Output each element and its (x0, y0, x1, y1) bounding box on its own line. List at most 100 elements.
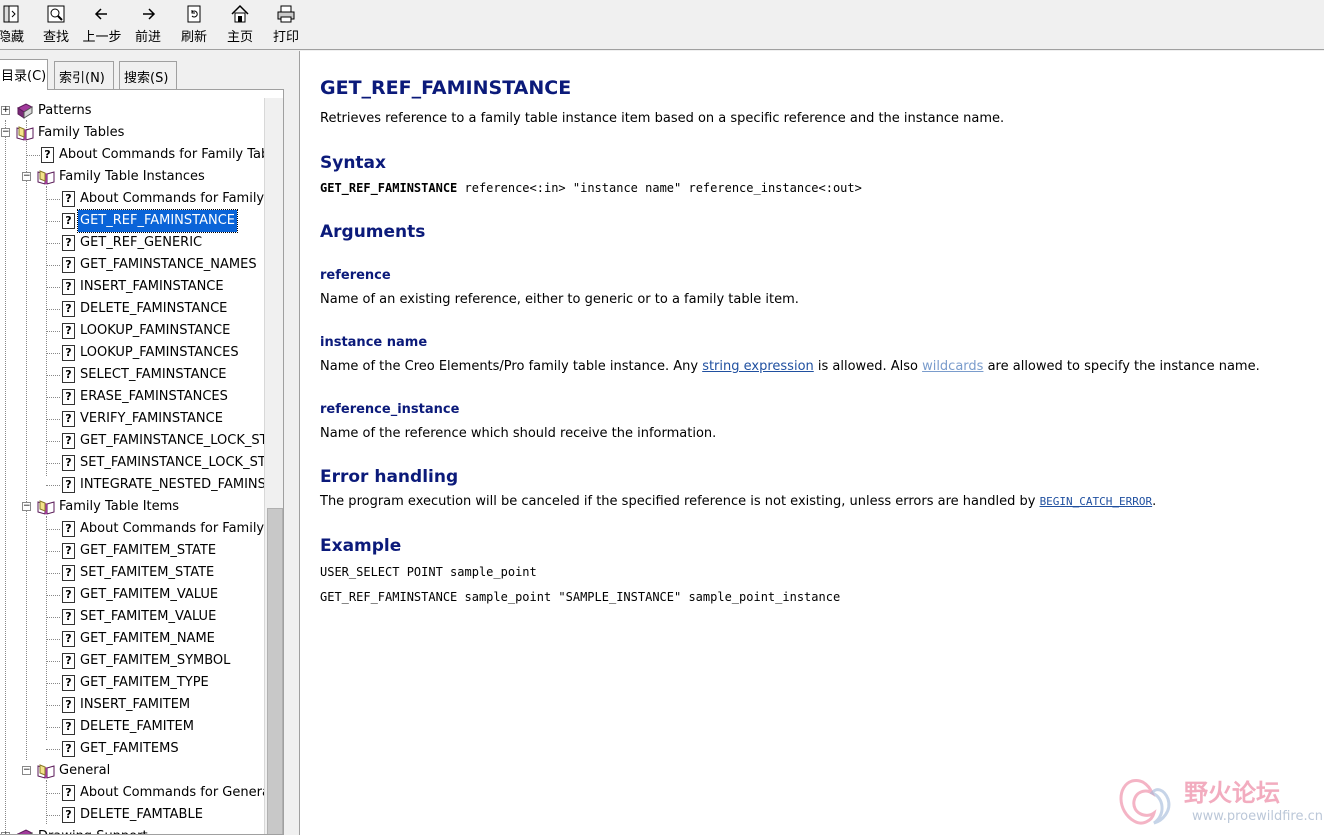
tree-item-label: GET_FAMITEMS (80, 741, 179, 756)
help-topic-icon: ? (62, 455, 75, 471)
help-topic-icon: ? (62, 433, 75, 449)
watermark: 野火论坛 www.proewildfire.cn (1112, 767, 1324, 835)
tree-item-general[interactable]: − General (0, 760, 260, 782)
help-topic-icon: ? (62, 477, 75, 493)
collapse-icon[interactable]: − (22, 172, 31, 181)
tree-item-topic[interactable]: ? DELETE_FAMITEM (0, 716, 262, 738)
syntax-heading: Syntax (320, 153, 386, 173)
tree-item-topic[interactable]: ? DELETE_FAMTABLE (0, 804, 262, 826)
page-title: GET_REF_FAMINSTANCE (320, 77, 572, 99)
tree-item-label: LOOKUP_FAMINSTANCES (80, 345, 239, 360)
syntax-line: GET_REF_FAMINSTANCE reference<:in> "inst… (320, 181, 862, 195)
help-topic-icon: ? (62, 785, 75, 801)
tab-contents[interactable]: 目录(C) (0, 59, 48, 90)
tree-item-family-table-items[interactable]: − Family Table Items (0, 496, 260, 518)
tree-item-topic[interactable]: ? GET_FAMITEMS (0, 738, 262, 760)
home-button[interactable]: 主页 (224, 4, 256, 48)
tree-item-patterns[interactable]: + Patterns (0, 100, 260, 122)
tree-item-label: GET_FAMITEM_NAME (80, 631, 215, 646)
tree-item-topic[interactable]: ? INSERT_FAMINSTANCE (0, 276, 262, 298)
tree-item-topic[interactable]: ? SET_FAMITEM_STATE (0, 562, 262, 584)
tree-item-topic[interactable]: ? GET_REF_GENERIC (0, 232, 262, 254)
tree-item-family-tables[interactable]: − Family Tables (0, 122, 260, 144)
tree-item-topic[interactable]: ? SET_FAMITEM_VALUE (0, 606, 262, 628)
tree-item-topic[interactable]: ? GET_FAMITEM_STATE (0, 540, 262, 562)
tree-item-topic[interactable]: ? About Commands for Family (0, 518, 264, 540)
tree-item-label: DELETE_FAMINSTANCE (80, 301, 228, 316)
tree-item-topic[interactable]: ? GET_FAMITEM_NAME (0, 628, 262, 650)
forward-label: 前进 (134, 30, 161, 45)
contents-tree: + Patterns − Family Tables ? About Comma… (0, 89, 284, 835)
tree-item-label: LOOKUP_FAMINSTANCE (80, 323, 231, 338)
help-topic-icon: ? (62, 411, 75, 427)
tree-item-family-table-instances[interactable]: − Family Table Instances (0, 166, 260, 188)
refresh-button[interactable]: 刷新 (178, 4, 210, 48)
home-icon (231, 4, 249, 23)
string-expression-link[interactable]: string expression (702, 359, 814, 374)
desc-text: is allowed. Also (813, 359, 923, 374)
hide-button[interactable]: 隐藏 (0, 4, 28, 48)
tab-search[interactable]: 搜索(S) (119, 61, 177, 89)
tree-item-label: GET_FAMITEM_STATE (80, 543, 217, 558)
tree-item-topic[interactable]: ? GET_FAMITEM_TYPE (0, 672, 262, 694)
pane-splitter[interactable] (292, 51, 300, 835)
help-topic-icon: ? (62, 257, 75, 273)
find-button[interactable]: 查找 (40, 4, 72, 48)
collapse-icon[interactable]: − (22, 502, 31, 511)
tree-item-topic[interactable]: ? SET_FAMINSTANCE_LOCK_ST (0, 452, 266, 474)
collapse-icon[interactable]: − (22, 766, 31, 775)
tree-item-topic[interactable]: ? VERIFY_FAMINSTANCE (0, 408, 262, 430)
tree-item-topic[interactable]: ? ERASE_FAMINSTANCES (0, 386, 262, 408)
tree-item-ft-about[interactable]: ? About Commands for Family Tab (0, 144, 269, 166)
tree-item-topic[interactable]: ? GET_FAMITEM_VALUE (0, 584, 262, 606)
collapse-icon[interactable]: − (1, 128, 10, 137)
scrollbar-thumb[interactable] (267, 508, 283, 834)
open-book-icon (37, 170, 55, 185)
tree-item-label: About Commands for Family (80, 521, 265, 536)
help-topic-icon: ? (62, 301, 75, 317)
tab-index[interactable]: 索引(N) (54, 61, 114, 89)
nav-tabs: 目录(C) 索引(N) 搜索(S) (0, 59, 292, 90)
expand-icon[interactable]: + (1, 106, 10, 115)
tree-item-topic[interactable]: ? SELECT_FAMINSTANCE (0, 364, 262, 386)
tree-item-topic[interactable]: ? INTEGRATE_NESTED_FAMINS (0, 474, 266, 496)
example-heading: Example (320, 536, 402, 556)
argument-name: reference (320, 268, 391, 283)
tree-item-label: Drawing Support (36, 826, 150, 834)
help-topic-icon: ? (62, 279, 75, 295)
back-button[interactable]: 上一步 (80, 4, 124, 48)
tree-item-topic[interactable]: ? LOOKUP_FAMINSTANCE (0, 320, 262, 342)
help-topic-icon: ? (62, 367, 75, 383)
tree-item-label: VERIFY_FAMINSTANCE (80, 411, 223, 426)
tree-item-topic[interactable]: ? LOOKUP_FAMINSTANCES (0, 342, 262, 364)
begin-catch-error-link[interactable]: BEGIN_CATCH_ERROR (1040, 495, 1153, 508)
tree-item-topic[interactable]: ? INSERT_FAMITEM (0, 694, 262, 716)
tree-item-topic[interactable]: ? DELETE_FAMINSTANCE (0, 298, 262, 320)
tree-item-label: SET_FAMINSTANCE_LOCK_ST (80, 455, 266, 470)
tree-item-topic[interactable]: ? About Commands for Genera (0, 782, 270, 804)
navigation-pane: 目录(C) 索引(N) 搜索(S) + Patterns − Family Ta… (0, 51, 292, 835)
print-button[interactable]: 打印 (270, 4, 302, 48)
tree-item-label: Family Tables (38, 125, 125, 140)
error-handling-heading: Error handling (320, 467, 459, 487)
argument-description: Name of an existing reference, either to… (320, 292, 799, 307)
watermark-title: 野火论坛 (1184, 779, 1280, 807)
desc-text: Name of the Creo Elements/Pro family tab… (320, 359, 703, 374)
help-topic-icon: ? (62, 389, 75, 405)
tree-item-topic[interactable]: ? GET_FAMINSTANCE_NAMES (0, 254, 262, 276)
topic-content: GET_REF_FAMINSTANCE Retrieves reference … (300, 51, 1324, 835)
tree-scrollbar[interactable] (264, 98, 283, 834)
printer-icon (277, 5, 295, 23)
forward-button[interactable]: 前进 (132, 4, 164, 48)
tree-item-topic[interactable]: ? About Commands for Family (0, 188, 264, 210)
tree-item-topic[interactable]: ? GET_FAMITEM_SYMBOL (0, 650, 262, 672)
tree-item-label: About Commands for Family (80, 191, 265, 206)
help-topic-icon: ? (62, 323, 75, 339)
closed-book-icon (17, 103, 34, 119)
tree-item-topic[interactable]: ? GET_FAMINSTANCE_LOCK_ST (0, 430, 268, 452)
home-label: 主页 (226, 30, 253, 45)
argument-description: Name of the reference which should recei… (320, 426, 717, 441)
tree-item-topic[interactable]: ? GET_REF_FAMINSTANCE (0, 209, 262, 233)
wildcards-link[interactable]: wildcards (922, 359, 983, 374)
tree-item-drawing-support[interactable]: + Drawing Support (0, 826, 260, 834)
